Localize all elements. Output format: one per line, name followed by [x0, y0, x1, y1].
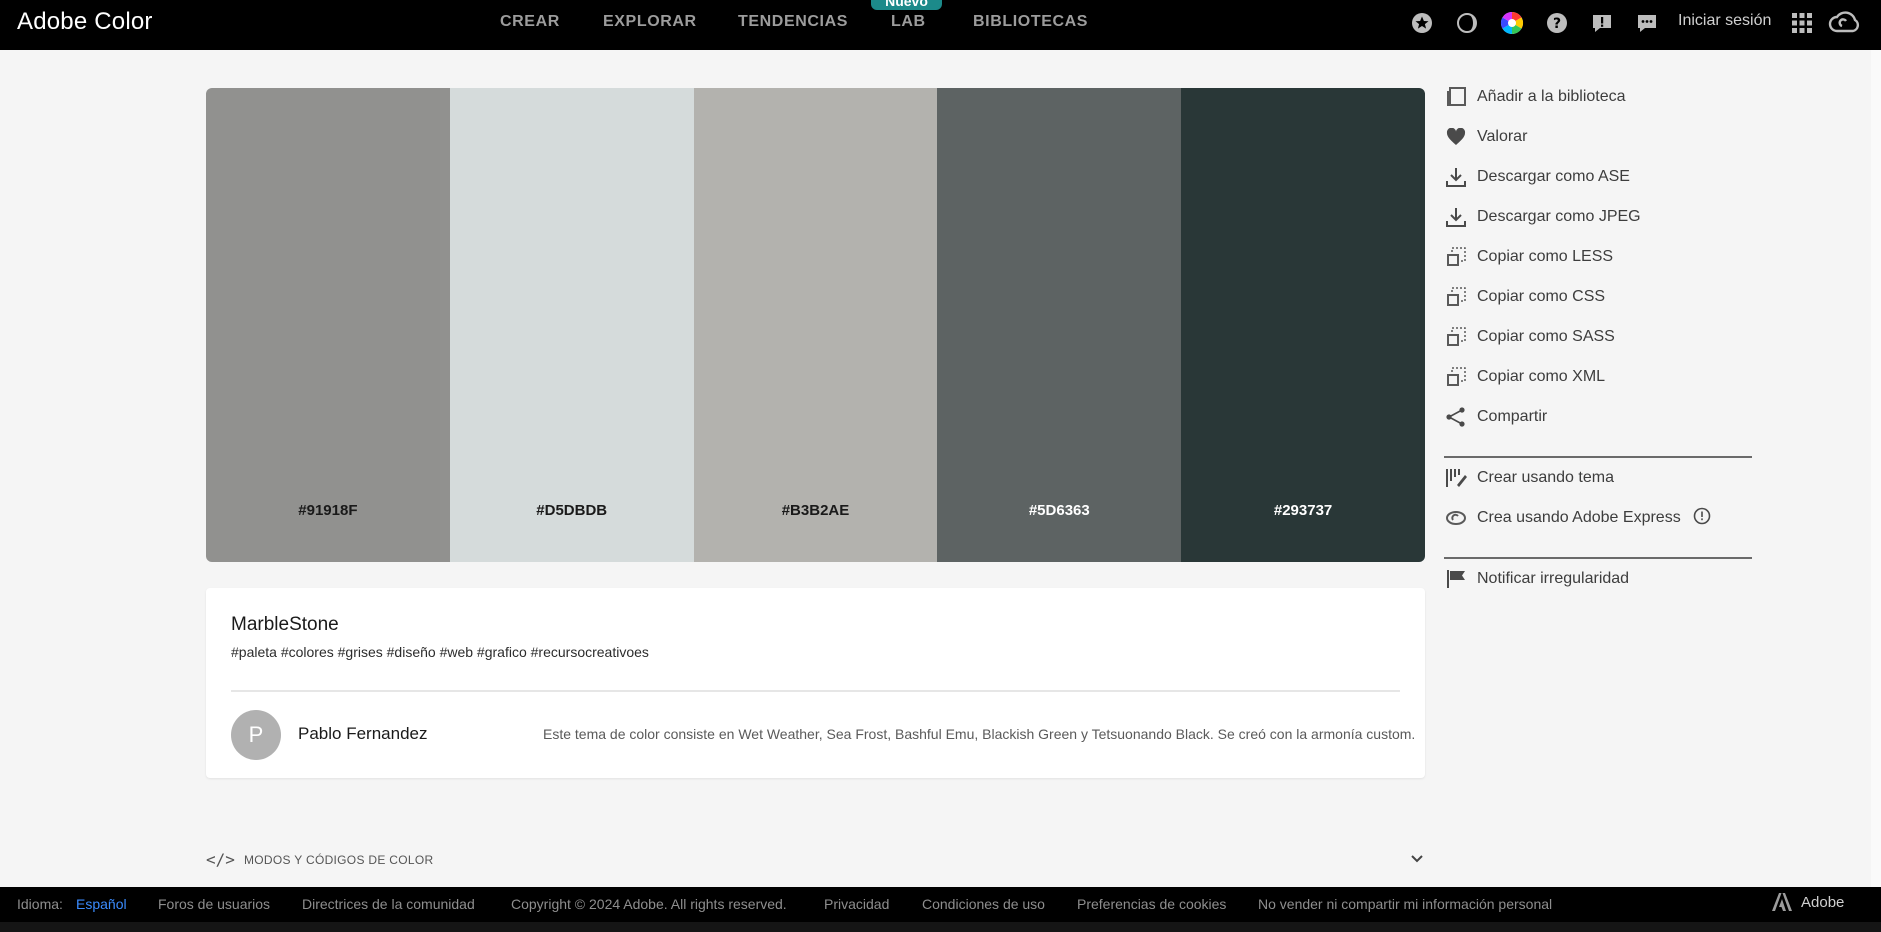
- copy-icon: [1444, 365, 1468, 389]
- copy-icon: [1444, 325, 1468, 349]
- swatch-hex-label: #B3B2AE: [781, 502, 850, 519]
- nav-lab[interactable]: LAB: [891, 13, 926, 31]
- language-label: Idioma:: [17, 896, 63, 912]
- color-swatch-3[interactable]: #B3B2AE: [693, 88, 938, 562]
- top-navigation-bar: Adobe Color CREAR EXPLORAR TENDENCIAS Nu…: [0, 0, 1881, 50]
- create-with-adobe-express-button[interactable]: Crea usando Adobe Express: [1444, 503, 1711, 533]
- avatar[interactable]: P: [231, 710, 281, 760]
- color-swatch-2[interactable]: #D5DBDB: [449, 88, 694, 562]
- creative-cloud-icon[interactable]: [1828, 11, 1860, 35]
- color-swatch-5[interactable]: #293737: [1181, 88, 1425, 562]
- svg-text:?: ?: [1553, 16, 1561, 32]
- copy-less-button[interactable]: Copiar como LESS: [1444, 242, 1613, 272]
- actions-divider: [1444, 557, 1752, 559]
- footer-link-cookies[interactable]: Preferencias de cookies: [1077, 896, 1226, 912]
- swatch-hex-label: #91918F: [298, 502, 358, 519]
- language-selector[interactable]: Español: [76, 896, 127, 912]
- adobe-footer-logo[interactable]: Adobe: [1772, 893, 1844, 911]
- flag-icon: [1444, 567, 1468, 591]
- copy-css-button[interactable]: Copiar como CSS: [1444, 282, 1605, 312]
- create-with-theme-button[interactable]: Crear usando tema: [1444, 463, 1614, 493]
- footer-link-terms[interactable]: Condiciones de uso: [922, 896, 1045, 912]
- chat-icon[interactable]: [1635, 11, 1659, 35]
- brush-icon: [1444, 466, 1468, 490]
- nav-crear[interactable]: CREAR: [500, 13, 560, 31]
- footer-link-privacy[interactable]: Privacidad: [824, 896, 889, 912]
- share-icon: [1444, 405, 1468, 429]
- scrollbar[interactable]: [1871, 50, 1881, 887]
- feedback-alert-icon[interactable]: [1590, 11, 1614, 35]
- add-to-library-button[interactable]: Añadir a la biblioteca: [1444, 82, 1626, 112]
- report-button[interactable]: Notificar irregularidad: [1444, 564, 1629, 594]
- download-ase-button[interactable]: Descargar como ASE: [1444, 162, 1630, 192]
- footer: Idioma: Español Foros de usuarios Direct…: [0, 887, 1881, 922]
- copy-xml-button[interactable]: Copiar como XML: [1444, 362, 1605, 392]
- theme-info-card: MarbleStone #paleta #colores #grises #di…: [206, 588, 1425, 778]
- contrast-moon-icon[interactable]: [1455, 11, 1479, 35]
- copy-sass-button[interactable]: Copiar como SASS: [1444, 322, 1615, 352]
- help-icon[interactable]: ?: [1545, 11, 1569, 35]
- nuevo-badge: Nuevo: [871, 0, 942, 10]
- theme-description: Este tema de color consiste en Wet Weath…: [543, 726, 1416, 742]
- signin-link[interactable]: Iniciar sesión: [1678, 12, 1771, 30]
- adobe-footer-text: Adobe: [1801, 893, 1845, 911]
- footer-link-forums[interactable]: Foros de usuarios: [158, 896, 270, 912]
- color-wheel-icon[interactable]: [1500, 11, 1524, 35]
- theme-tags[interactable]: #paleta #colores #grises #diseño #web #g…: [231, 644, 649, 660]
- color-palette: #91918F #D5DBDB #B3B2AE #5D6363 #293737: [206, 88, 1425, 562]
- footer-link-guidelines[interactable]: Directrices de la comunidad: [302, 896, 475, 912]
- download-icon: [1444, 205, 1468, 229]
- swatch-hex-label: #293737: [1273, 502, 1333, 519]
- swatch-hex-label: #D5DBDB: [536, 502, 608, 519]
- copy-icon: [1444, 245, 1468, 269]
- nav-explorar[interactable]: EXPLORAR: [603, 13, 697, 31]
- heart-icon: [1444, 125, 1468, 149]
- nav-bibliotecas[interactable]: BIBLIOTECAS: [973, 13, 1088, 31]
- color-modes-label: MODOS Y CÓDIGOS DE COLOR: [244, 853, 434, 867]
- color-modes-toggle[interactable]: </> MODOS Y CÓDIGOS DE COLOR: [206, 850, 1425, 872]
- color-swatch-4[interactable]: #5D6363: [937, 88, 1182, 562]
- browser-bottom-strip: [0, 922, 1881, 932]
- footer-link-do-not-sell[interactable]: No vender ni compartir mi información pe…: [1258, 896, 1552, 912]
- info-alert-icon[interactable]: [1693, 507, 1711, 530]
- author-name[interactable]: Pablo Fernandez: [298, 724, 427, 744]
- adobe-logo-icon: [1772, 893, 1792, 911]
- brand-logo-text[interactable]: Adobe Color: [17, 8, 153, 36]
- nav-tendencias[interactable]: TENDENCIAS: [738, 13, 848, 31]
- code-icon: </>: [206, 850, 235, 869]
- card-divider: [231, 690, 1400, 692]
- share-button[interactable]: Compartir: [1444, 402, 1547, 432]
- library-add-icon: [1444, 85, 1468, 109]
- swatch-hex-label: #5D6363: [1028, 502, 1090, 519]
- apps-grid-icon[interactable]: [1790, 11, 1814, 35]
- color-swatch-1[interactable]: #91918F: [206, 88, 450, 562]
- download-jpeg-button[interactable]: Descargar como JPEG: [1444, 202, 1641, 232]
- footer-copyright: Copyright © 2024 Adobe. All rights reser…: [511, 896, 787, 912]
- chevron-down-icon: [1409, 850, 1425, 871]
- theme-title: MarbleStone: [231, 614, 339, 635]
- actions-divider: [1444, 456, 1752, 458]
- download-icon: [1444, 165, 1468, 189]
- rate-button[interactable]: Valorar: [1444, 122, 1527, 152]
- copy-icon: [1444, 285, 1468, 309]
- express-icon: [1444, 506, 1468, 530]
- star-icon[interactable]: [1410, 11, 1434, 35]
